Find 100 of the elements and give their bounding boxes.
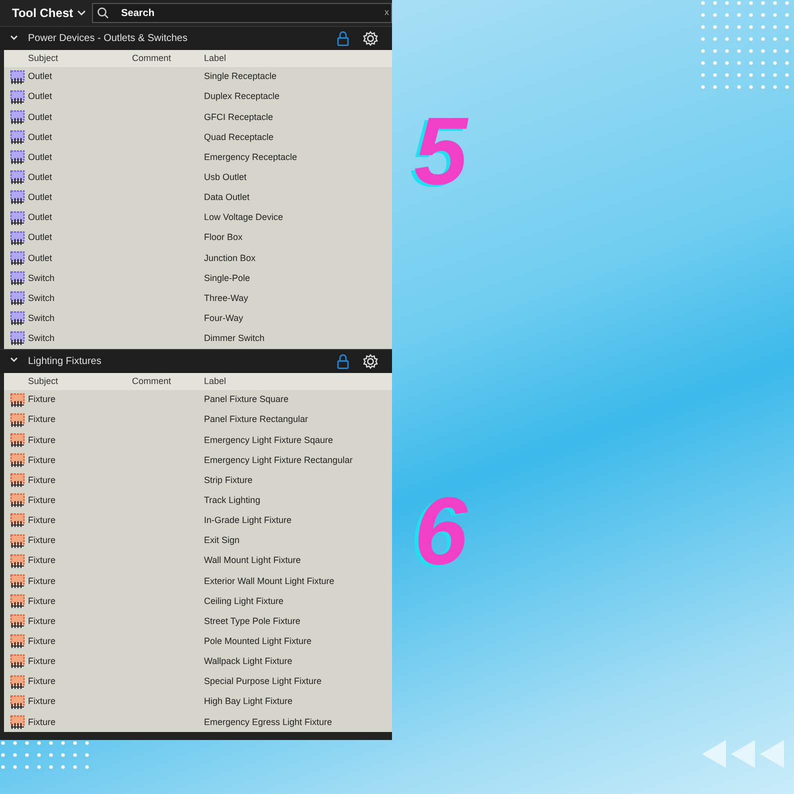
column-header[interactable]: Subject — [28, 52, 132, 66]
subject-cell-text: Outlet — [28, 171, 54, 184]
search-icon — [97, 7, 110, 19]
symbol-icon — [10, 694, 25, 710]
subject-cell-text: Fixture — [28, 634, 57, 648]
label-cell-text: High Bay Light Fixture — [204, 695, 294, 708]
section-title: Lighting Fixtures — [28, 354, 102, 369]
expand-chevron-icon[interactable] — [10, 34, 18, 42]
subject-cell-text: Outlet — [28, 70, 54, 84]
settings-icon[interactable] — [363, 31, 378, 46]
subject-cell-text: Outlet — [28, 191, 54, 204]
label-cell-text: Single Receptacle — [204, 70, 278, 84]
section-title: Power Devices - Outlets & Switches — [28, 32, 188, 46]
symbol-icon — [10, 554, 25, 569]
subject-cell-text: Switch — [28, 272, 56, 285]
label-cell-text: Data Outlet — [204, 191, 251, 204]
symbol-icon — [10, 170, 25, 186]
subject-cell-text: Fixture — [28, 474, 57, 487]
section-header[interactable]: Lighting Fixtures — [0, 348, 392, 373]
chevron-down-icon[interactable] — [77, 10, 86, 16]
label-cell-text: Strip Fixture — [204, 474, 254, 487]
label-cell-text: Quad Receptacle — [204, 130, 275, 144]
symbol-icon — [10, 291, 25, 306]
subject-cell-text: Outlet — [28, 110, 54, 124]
label-cell-text: Street Type Pole Fixture — [204, 614, 302, 628]
label-cell-text: Wall Mount Light Fixture — [204, 554, 302, 568]
symbol-icon — [10, 250, 25, 266]
label-cell-text: In-Grade Light Fixture — [204, 514, 293, 528]
symbol-icon — [10, 574, 25, 589]
step-number: 5 — [414, 104, 468, 200]
label-cell-text: Panel Fixture Square — [204, 393, 290, 406]
subject-cell-text: Switch — [28, 292, 56, 305]
label-cell-text: Emergency Receptacle — [204, 150, 298, 164]
section-header[interactable]: Power Devices - Outlets & Switches — [0, 26, 392, 50]
subject-cell-text: Outlet — [28, 252, 54, 265]
subject-cell-text: Fixture — [28, 594, 57, 608]
label-cell-text: Emergency Light Fixture Rectangular — [204, 454, 354, 467]
symbol-icon — [10, 674, 25, 690]
subject-cell-text: Switch — [28, 312, 56, 325]
label-cell-text: Three-Way — [204, 292, 250, 305]
subject-cell-text: Switch — [28, 332, 56, 346]
subject-cell-text: Fixture — [28, 494, 57, 507]
subject-cell-text: Fixture — [28, 655, 57, 668]
symbol-icon — [10, 90, 25, 105]
column-header[interactable]: Comment — [132, 52, 204, 66]
symbol-icon — [10, 534, 25, 549]
panel-title: Tool Chest — [12, 5, 74, 22]
label-cell-text: Four-Way — [204, 312, 244, 325]
symbol-icon — [10, 270, 25, 286]
symbol-icon — [10, 392, 25, 408]
label-cell-text: Usb Outlet — [204, 171, 248, 184]
symbol-icon — [10, 311, 25, 326]
subject-cell-text: Fixture — [28, 675, 57, 688]
subject-cell-text: Fixture — [28, 574, 57, 588]
label-cell-text: Dimmer Switch — [204, 332, 266, 346]
clear-glyph[interactable]: x — [384, 6, 389, 20]
subject-cell-text: Outlet — [28, 211, 54, 224]
label-cell-text: Exterior Wall Mount Light Fixture — [204, 574, 336, 588]
subject-cell-text: Fixture — [28, 393, 57, 406]
column-header[interactable]: Label — [204, 374, 392, 388]
label-cell-text: Wallpack Light Fixture — [204, 655, 294, 668]
label-cell-text: Emergency Light Fixture Sqaure — [204, 434, 334, 447]
symbol-icon — [10, 594, 25, 609]
search-field[interactable]: Search x — [92, 3, 392, 23]
symbol-icon — [10, 331, 25, 346]
symbol-icon — [10, 230, 25, 246]
column-header[interactable]: Label — [204, 52, 392, 66]
label-cell-text: Duplex Receptacle — [204, 90, 281, 104]
lock-icon[interactable] — [337, 354, 349, 369]
rewind-arrows-icon — [702, 740, 784, 768]
symbol-icon — [10, 110, 25, 125]
column-header[interactable]: Comment — [132, 374, 204, 388]
subject-cell-text: Fixture — [28, 514, 57, 528]
step-number: 6 — [414, 484, 468, 580]
subject-cell-text: Outlet — [28, 150, 54, 164]
symbol-icon — [10, 130, 25, 145]
label-cell-text: Junction Box — [204, 252, 257, 265]
settings-icon[interactable] — [363, 354, 378, 369]
label-cell-text: GFCI Receptacle — [204, 110, 274, 124]
subject-cell-text: Fixture — [28, 434, 57, 447]
symbol-icon — [10, 654, 25, 670]
symbol-icon — [10, 432, 25, 448]
subject-cell-text: Fixture — [28, 695, 57, 708]
lock-icon[interactable] — [337, 31, 349, 46]
subject-cell-text: Outlet — [28, 90, 54, 104]
subject-cell-text: Fixture — [28, 413, 57, 426]
symbol-icon — [10, 634, 25, 650]
label-cell-text: Emergency Egress Light Fixture — [204, 716, 334, 729]
subject-cell-text: Fixture — [28, 554, 57, 568]
symbol-icon — [10, 513, 25, 528]
symbol-icon — [10, 210, 25, 226]
label-cell-text: Panel Fixture Rectangular — [204, 413, 310, 426]
symbol-icon — [10, 614, 25, 630]
symbol-icon — [10, 714, 25, 730]
symbol-icon — [10, 150, 25, 166]
subject-cell-text: Fixture — [28, 454, 57, 467]
column-header[interactable]: Subject — [28, 374, 132, 388]
symbol-icon — [10, 473, 25, 488]
label-cell-text: Exit Sign — [204, 534, 241, 548]
subject-cell-text: Fixture — [28, 716, 57, 729]
